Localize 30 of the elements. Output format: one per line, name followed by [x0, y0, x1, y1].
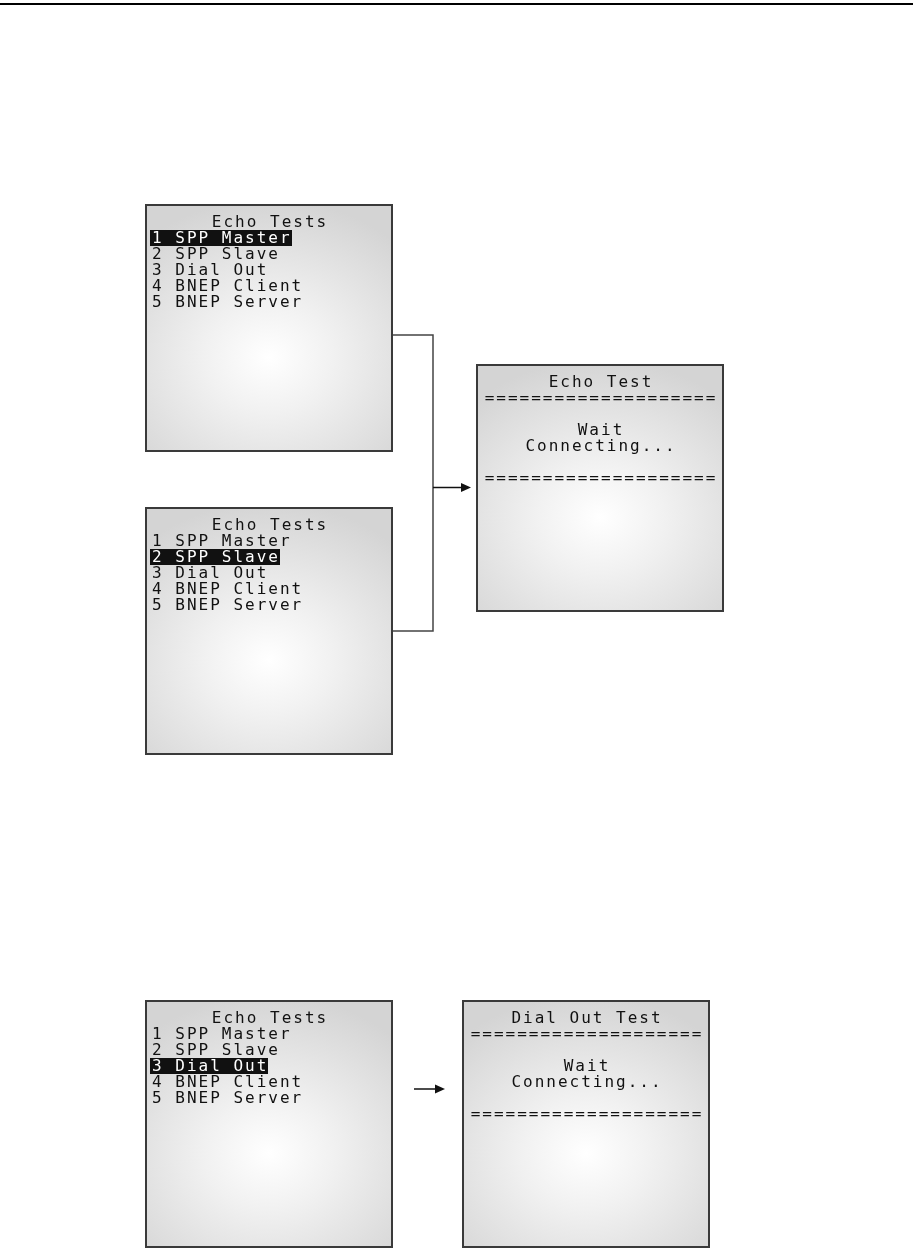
menu-item[interactable]: 1 SPP Master — [150, 230, 292, 246]
equals-rule: ==================== — [483, 469, 719, 486]
menu-item[interactable]: 5 BNEP Server — [150, 597, 304, 613]
menu-item[interactable]: 4 BNEP Client — [150, 581, 304, 597]
menu-item[interactable]: 5 BNEP Server — [150, 1090, 304, 1106]
arrow — [413, 1084, 445, 1094]
arrow — [432, 483, 471, 492]
menu-item[interactable]: 2 SPP Slave — [150, 246, 280, 262]
status-text: Wait — [576, 421, 626, 438]
equals-rule: ==================== — [483, 389, 719, 406]
screen-title: Echo Tests — [210, 517, 330, 533]
menu-item[interactable]: 1 SPP Master — [150, 533, 292, 549]
screen-title: Echo Tests — [210, 1010, 330, 1026]
screen-title: Echo Test — [547, 373, 655, 390]
menu-item[interactable]: 1 SPP Master — [150, 1026, 292, 1042]
menu-item[interactable]: 2 SPP Slave — [150, 549, 280, 565]
menu-item[interactable]: 3 Dial Out — [150, 262, 269, 278]
screen-title: Dial Out Test — [510, 1010, 664, 1026]
menu-item[interactable]: 3 Dial Out — [150, 1058, 269, 1074]
equals-rule: ==================== — [469, 1106, 705, 1122]
status-text: Connecting... — [510, 1074, 664, 1090]
screen-title: Echo Tests — [210, 214, 330, 230]
status-text: Connecting... — [524, 437, 678, 454]
menu-item[interactable]: 4 BNEP Client — [150, 1074, 304, 1090]
equals-rule: ==================== — [469, 1026, 705, 1042]
menu-item[interactable]: 2 SPP Slave — [150, 1042, 280, 1058]
status-text: Wait — [562, 1058, 612, 1074]
menu-item[interactable]: 3 Dial Out — [150, 565, 269, 581]
menu-item[interactable]: 4 BNEP Client — [150, 278, 304, 294]
menu-item[interactable]: 5 BNEP Server — [150, 294, 304, 310]
